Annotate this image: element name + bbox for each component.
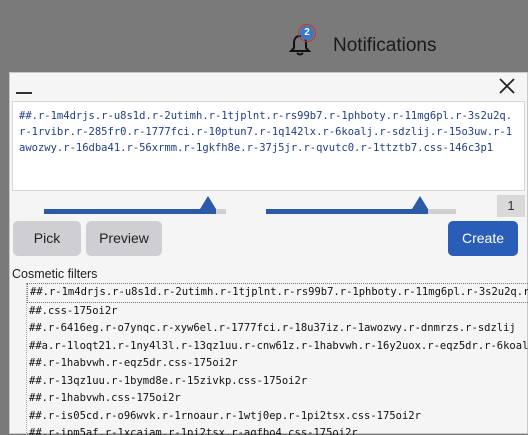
create-button[interactable]: Create [448, 221, 518, 256]
cosmetic-filter-item[interactable]: ##.r-1habvwh.css-175oi2r [27, 390, 528, 408]
cosmetic-filter-item[interactable]: ##.r-13qz1uu.r-1bymd8e.r-15zivkp.css-175… [27, 373, 528, 391]
cosmetic-filter-list: ##.r-1m4drjs.r-u8s1d.r-2utimh.r-1tjplnt.… [26, 283, 528, 435]
slider-fill [266, 209, 420, 214]
match-count-badge: 1 [497, 195, 525, 217]
cosmetic-filter-item[interactable]: ##.r-1habvwh.r-eqz5dr.css-175oi2r [27, 355, 528, 373]
slider-row: 1 [12, 195, 525, 217]
cosmetic-filter-item[interactable]: ##a.r-1loqt21.r-1ny4l3l.r-13qz1uu.r-cnw6… [27, 338, 528, 356]
depth-slider[interactable] [266, 195, 456, 217]
cosmetic-filters-heading: Cosmetic filters [12, 267, 98, 281]
page-header: 2 Notifications [0, 0, 528, 70]
cosmetic-filter-item[interactable]: ##.r-1m4drjs.r-u8s1d.r-2utimh.r-1tjplnt.… [27, 283, 528, 303]
preview-button[interactable]: Preview [86, 221, 162, 256]
cosmetic-filter-item[interactable]: ##.r-6416eg.r-o7ynqc.r-xyw6el.r-1777fci.… [27, 320, 528, 338]
notifications-link[interactable]: Notifications [333, 35, 437, 57]
slider-fill [44, 209, 208, 214]
close-icon[interactable] [498, 77, 516, 95]
selector-textarea[interactable]: ##.r-1m4drjs.r-u8s1d.r-2utimh.r-1tjplnt.… [12, 101, 525, 191]
notification-count-badge: 2 [298, 24, 316, 42]
specificity-slider[interactable] [44, 195, 226, 217]
slider-thumb[interactable] [198, 195, 218, 215]
cosmetic-filter-item[interactable]: ##.r-is05cd.r-o96wvk.r-1rnoaur.r-1wtj0ep… [27, 408, 528, 426]
pick-button[interactable]: Pick [13, 221, 81, 256]
element-picker-dialog: ##.r-1m4drjs.r-u8s1d.r-2utimh.r-1tjplnt.… [9, 72, 528, 435]
minimize-icon[interactable] [16, 79, 32, 95]
slider-thumb[interactable] [410, 195, 430, 215]
cosmetic-filter-item[interactable]: ##.css-175oi2r [27, 303, 528, 321]
